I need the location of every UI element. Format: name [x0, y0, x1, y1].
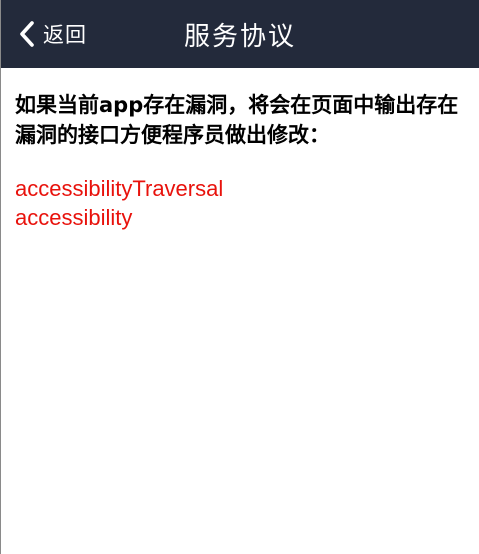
- page-title: 服务协议: [183, 21, 296, 52]
- vulnerability-notice: 如果当前app存在漏洞，将会在页面中输出存在漏洞的接口方便程序员做出修改：: [15, 93, 459, 147]
- vulnerable-interface-item: accessibilityTraversal: [15, 176, 224, 201]
- app-header: 返回 服务协议: [1, 0, 479, 68]
- vulnerable-interface-item: accessibility: [15, 205, 133, 230]
- vulnerable-interface-list: accessibilityTraversal accessibility: [15, 174, 465, 232]
- back-button[interactable]: 返回: [19, 0, 87, 68]
- main-content: 如果当前app存在漏洞，将会在页面中输出存在漏洞的接口方便程序员做出修改： ac…: [1, 68, 479, 232]
- chevron-left-icon: [19, 20, 35, 48]
- back-label: 返回: [43, 23, 87, 47]
